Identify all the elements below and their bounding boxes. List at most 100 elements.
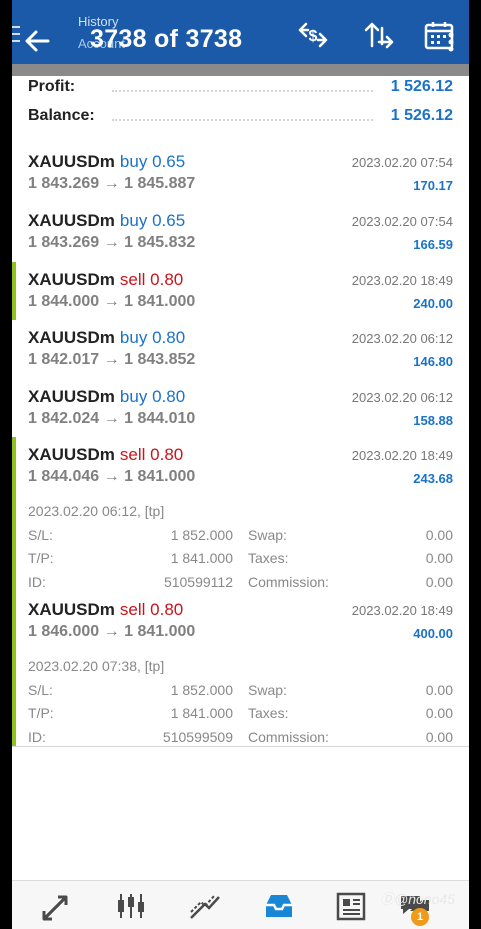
deal-row[interactable]: XAUUSDm sell 0.80 2023.02.20 18:49 1 846.00… <box>12 592 469 747</box>
tp-value: 1 841.000 <box>170 550 233 566</box>
dotted-leader <box>112 119 373 121</box>
deal-prices: 1 843.269 → 1 845.887 <box>28 175 195 193</box>
open-price: 1 843.269 <box>28 234 100 251</box>
page-title: 3738 of 3738 <box>90 25 243 53</box>
deal-symbol: XAUUSDm sell 0.80 <box>28 270 183 290</box>
history-icon[interactable] <box>262 891 296 921</box>
balance-label: Balance: <box>28 107 95 124</box>
quotes-icon[interactable] <box>40 891 74 921</box>
deal-side: buy 0.80 <box>120 387 185 406</box>
open-price: 1 843.269 <box>28 175 100 192</box>
volume-text: 0.80 <box>150 270 184 289</box>
volume-text: 0.65 <box>152 211 186 230</box>
open-info: 2023.02.20 06:12, [tp] <box>28 503 165 519</box>
deal-time: 2023.02.20 18:49 <box>351 448 453 463</box>
deal-row[interactable]: XAUUSDm buy 0.65 2023.02.20 07:54 1 843.269… <box>12 203 469 263</box>
arrow-icon: → <box>103 410 120 427</box>
top-bar: History Account 3738 of 3738 $ <box>12 0 469 64</box>
close-price: 1 843.852 <box>124 351 196 368</box>
id-label: ID: <box>28 729 46 745</box>
menu-icon[interactable] <box>12 24 20 44</box>
sort-icon[interactable] <box>362 18 396 52</box>
deal-row[interactable]: XAUUSDm sell 0.80 2023.02.20 18:49 1 844.00… <box>12 262 469 321</box>
deal-side: sell 0.80 <box>120 600 183 619</box>
open-price: 1 846.000 <box>28 623 100 640</box>
taxes-label: Taxes: <box>248 705 289 721</box>
open-price: 1 842.017 <box>28 351 100 368</box>
sl-value: 1 852.000 <box>170 527 233 543</box>
profit-row: Profit: 1 526.12 <box>28 78 453 100</box>
deal-profit: 240.00 <box>413 296 453 311</box>
watermark: Ⓓ@nono45 <box>380 891 455 907</box>
deal-side: buy 0.65 <box>120 211 185 230</box>
deal-side: sell 0.80 <box>120 270 183 289</box>
deal-symbol: XAUUSDm buy 0.80 <box>28 387 185 407</box>
deal-side: sell 0.80 <box>120 445 183 464</box>
volume-text: 0.65 <box>152 152 186 171</box>
sl-label: S/L: <box>28 682 53 698</box>
divider-bar <box>12 64 469 76</box>
deal-row[interactable]: XAUUSDm buy 0.80 2023.02.20 06:12 1 842.024… <box>12 379 469 438</box>
deal-time: 2023.02.20 07:54 <box>351 214 453 229</box>
taxes-value: 0.00 <box>425 550 453 566</box>
balance-value: 1 526.12 <box>390 107 453 124</box>
volume-text: 0.80 <box>150 445 184 464</box>
open-info: 2023.02.20 07:38, [tp] <box>28 658 165 674</box>
deal-prices: 1 842.017 → 1 843.852 <box>28 351 195 369</box>
commission-label: Commission: <box>248 574 329 590</box>
app-frame: History Account 3738 of 3738 $ Profit: 1… <box>12 0 469 929</box>
deal-symbol: XAUUSDm sell 0.80 <box>28 445 183 465</box>
open-price: 1 844.046 <box>28 468 100 485</box>
exchange-dollar-icon[interactable]: $ <box>296 18 330 52</box>
deal-symbol: XAUUSDm sell 0.80 <box>28 600 183 620</box>
symbol-text: XAUUSDm <box>28 445 115 464</box>
taxes-value: 0.00 <box>425 705 453 721</box>
deal-time: 2023.02.20 07:54 <box>351 155 453 170</box>
close-price: 1 841.000 <box>124 293 196 310</box>
deal-symbol: XAUUSDm buy 0.80 <box>28 328 185 348</box>
back-arrow-icon[interactable] <box>22 26 52 56</box>
deal-side: buy 0.65 <box>120 152 185 171</box>
news-icon[interactable] <box>334 891 368 921</box>
id-value: 510599509 <box>162 729 233 745</box>
arrow-icon: → <box>103 468 120 485</box>
more-vert-icon[interactable] <box>446 18 456 52</box>
close-price: 1 845.832 <box>124 234 196 251</box>
trade-icon[interactable] <box>188 891 222 921</box>
side-text: buy <box>119 328 148 347</box>
deal-prices: 1 842.024 → 1 844.010 <box>28 410 195 428</box>
id-value: 510599112 <box>163 574 233 590</box>
profit-label: Profit: <box>28 78 76 95</box>
sl-value: 1 852.000 <box>170 682 233 698</box>
account-summary: Profit: 1 526.12 Balance: 1 526.12 <box>12 76 469 145</box>
dotted-leader <box>112 90 373 92</box>
close-price: 1 841.000 <box>124 623 196 640</box>
side-text: sell <box>119 270 146 289</box>
deal-row[interactable]: XAUUSDm buy 0.65 2023.02.20 07:54 1 843.269… <box>12 144 469 204</box>
volume-text: 0.80 <box>152 387 186 406</box>
side-text: sell <box>119 445 146 464</box>
side-text: buy <box>119 152 148 171</box>
symbol-text: XAUUSDm <box>28 328 115 347</box>
deal-profit: 146.80 <box>413 354 453 369</box>
deal-row[interactable]: XAUUSDm sell 0.80 2023.02.20 18:49 1 844.04… <box>12 437 469 593</box>
deal-row[interactable]: XAUUSDm buy 0.80 2023.02.20 06:12 1 842.017… <box>12 320 469 380</box>
volume-text: 0.80 <box>152 328 186 347</box>
deal-profit: 166.59 <box>413 237 453 252</box>
close-price: 1 845.887 <box>124 175 196 192</box>
symbol-text: XAUUSDm <box>28 270 115 289</box>
tp-label: T/P: <box>28 550 54 566</box>
symbol-text: XAUUSDm <box>28 387 115 406</box>
deal-prices: 1 844.000 → 1 841.000 <box>28 293 195 311</box>
deal-time: 2023.02.20 18:49 <box>351 273 453 288</box>
taxes-label: Taxes: <box>248 550 289 566</box>
chart-icon[interactable] <box>114 891 148 921</box>
side-text: buy <box>119 387 148 406</box>
side-text: buy <box>119 211 148 230</box>
balance-row: Balance: 1 526.12 <box>28 107 453 129</box>
volume-text: 0.80 <box>150 600 184 619</box>
tp-label: T/P: <box>28 705 54 721</box>
symbol-text: XAUUSDm <box>28 211 115 230</box>
deal-prices: 1 844.046 → 1 841.000 <box>28 468 195 486</box>
arrow-icon: → <box>103 234 120 251</box>
